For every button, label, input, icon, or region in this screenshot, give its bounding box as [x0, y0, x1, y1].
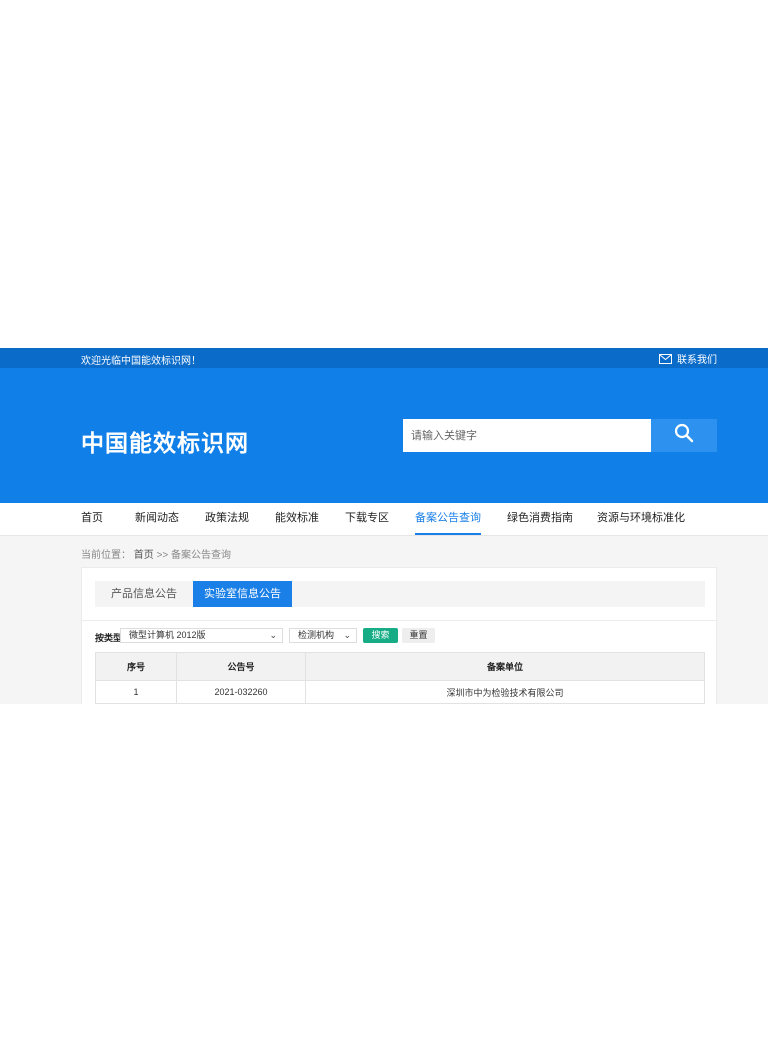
cell-filing-unit[interactable]: 深圳市中为检验技术有限公司 [305, 680, 705, 704]
tab-product-info[interactable]: 产品信息公告 [95, 581, 193, 607]
column-header-filing-unit: 备案单位 [305, 652, 705, 681]
table-row[interactable]: 1 2021-032260 深圳市中为检验技术有限公司 [95, 680, 705, 704]
column-header-index: 序号 [95, 652, 177, 681]
top-bar: 欢迎光临中国能效标识网！ 联系我们 [0, 348, 768, 368]
breadcrumb-separator: >> [156, 550, 169, 561]
nav-item-downloads[interactable]: 下载专区 [345, 503, 389, 535]
chevron-down-icon: ⌄ [269, 630, 277, 640]
search-button[interactable] [651, 419, 717, 452]
table-header-row: 序号 公告号 备案单位 [95, 652, 705, 681]
divider [82, 620, 716, 621]
nav-item-policy[interactable]: 政策法规 [205, 503, 249, 535]
header: 中国能效标识网 [0, 368, 768, 503]
contact-us-label: 联系我们 [677, 355, 717, 366]
breadcrumb-prefix: 当前位置： [81, 550, 131, 561]
nav-item-green-guide[interactable]: 绿色消费指南 [507, 503, 573, 535]
site-viewport: 欢迎光临中国能效标识网！ 联系我们 中国能效标识网 请输入关键字 首页 新闻动态… [0, 348, 768, 704]
query-panel: 产品信息公告 实验室信息公告 按类型 微型计算机 2012版 ⌄ 检测机构 ⌄ … [81, 567, 717, 704]
nav-item-news[interactable]: 新闻动态 [135, 503, 179, 535]
cell-notice-number: 2021-032260 [176, 680, 306, 704]
nav-item-filing-query[interactable]: 备案公告查询 [415, 503, 481, 535]
column-header-notice-number: 公告号 [176, 652, 306, 681]
results-table: 序号 公告号 备案单位 1 2021-032260 深圳市中为检验技术有限公司 [95, 652, 705, 704]
test-org-value: 检测机构 [298, 630, 335, 640]
cell-index: 1 [95, 680, 177, 704]
main-nav: 首页 新闻动态 政策法规 能效标准 下载专区 备案公告查询 绿色消费指南 资源与… [0, 503, 768, 536]
breadcrumb-current: 备案公告查询 [171, 550, 232, 561]
filter-type-label: 按类型 [95, 633, 123, 643]
tab-lab-info[interactable]: 实验室信息公告 [193, 581, 292, 607]
search-filter-button[interactable]: 搜索 [363, 628, 398, 643]
nav-item-standards[interactable]: 能效标准 [275, 503, 319, 535]
site-logo[interactable]: 中国能效标识网 [81, 424, 249, 458]
product-type-select[interactable]: 微型计算机 2012版 ⌄ [120, 628, 283, 643]
search-icon [674, 423, 694, 448]
search-input[interactable] [403, 419, 651, 452]
nav-item-env-standards[interactable]: 资源与环境标准化 [597, 503, 685, 535]
mail-icon [659, 353, 672, 364]
test-org-select[interactable]: 检测机构 ⌄ [289, 628, 357, 643]
welcome-text: 欢迎光临中国能效标识网！ [81, 356, 201, 367]
nav-item-home[interactable]: 首页 [81, 503, 103, 535]
breadcrumb: 当前位置： 首页 >> 备案公告查询 [81, 546, 231, 561]
tab-bar: 产品信息公告 实验室信息公告 [95, 581, 705, 607]
search-bar [403, 419, 717, 452]
reset-button[interactable]: 重置 [402, 628, 435, 643]
product-type-value: 微型计算机 2012版 [129, 630, 206, 640]
chevron-down-icon: ⌄ [343, 630, 351, 640]
breadcrumb-home[interactable]: 首页 [134, 550, 154, 561]
filter-row: 按类型 微型计算机 2012版 ⌄ 检测机构 ⌄ 搜索 重置 [95, 628, 705, 644]
contact-us-link[interactable]: 联系我们 [659, 351, 717, 366]
